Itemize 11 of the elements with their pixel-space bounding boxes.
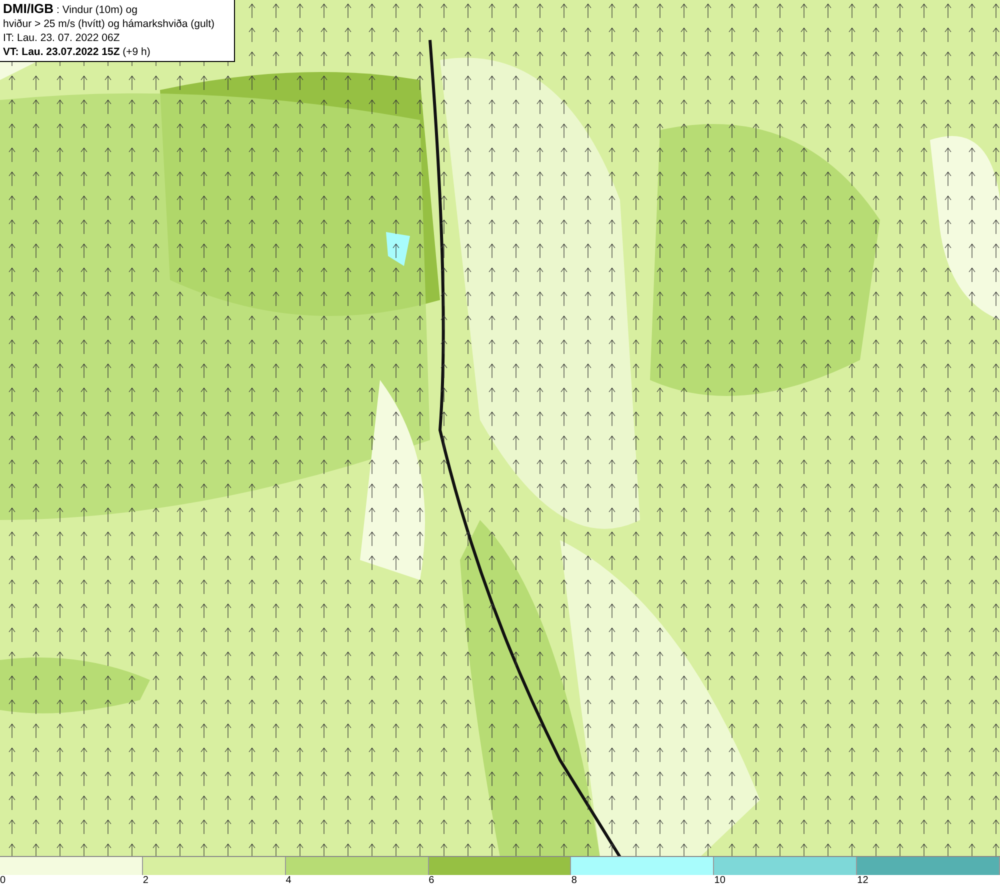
legend-label: 8 [571, 875, 577, 887]
caption-line: IT: Lau. 23. 07. 2022 06Z [3, 31, 121, 45]
caption-line: VT: Lau. 23.07.2022 15Z (+9 h) [3, 45, 152, 59]
legend-label: 10 [714, 875, 726, 887]
legend-label: 6 [428, 875, 434, 887]
legend-label: 2 [142, 875, 148, 887]
legend-label: 12 [857, 875, 868, 887]
caption-line: hviður > 25 m/s (hvítt) og hámarkshviða (gult) [3, 17, 216, 31]
caption-line: DMI/IGB : Vindur (10m) og [3, 2, 138, 17]
legend-label: 4 [286, 875, 292, 887]
legend-label: 0 [0, 875, 6, 887]
